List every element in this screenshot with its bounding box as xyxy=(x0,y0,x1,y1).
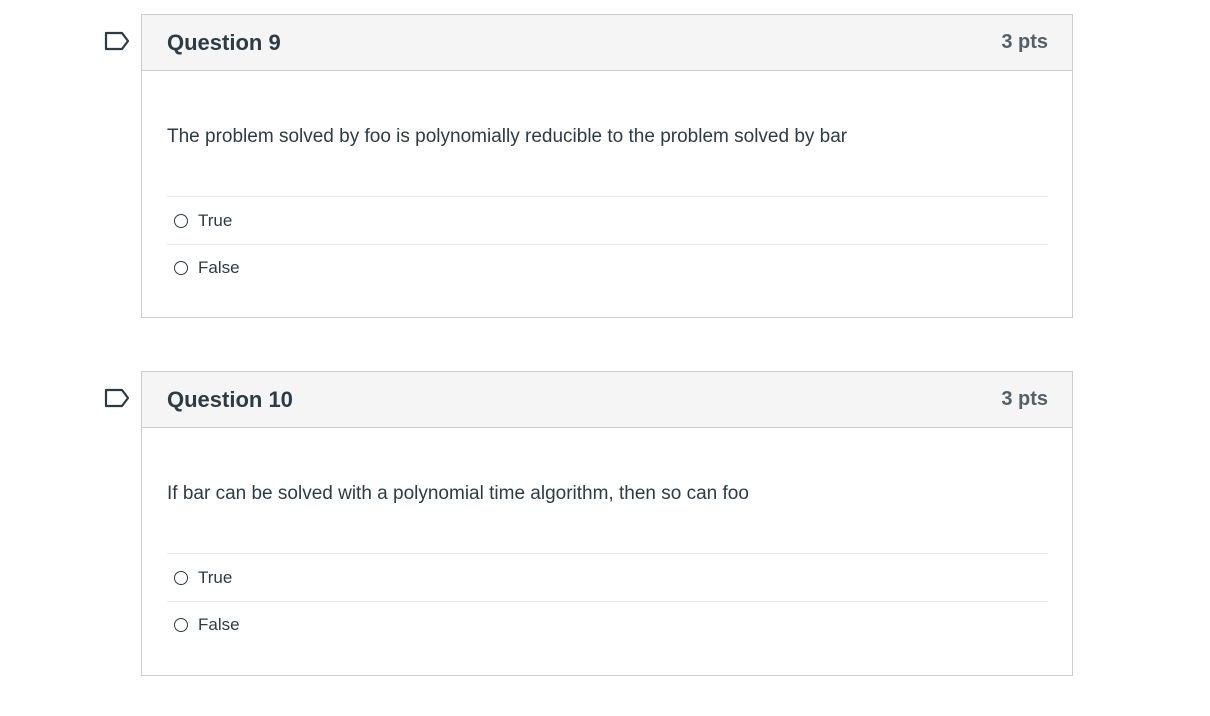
question-9-body: The problem solved by foo is polynomiall… xyxy=(142,71,1072,291)
radio-button[interactable] xyxy=(174,261,188,275)
question-10-text: If bar can be solved with a polynomial t… xyxy=(167,428,1048,554)
radio-button[interactable] xyxy=(174,618,188,632)
flag-question-9-icon[interactable] xyxy=(104,31,130,51)
question-10-answer-false[interactable]: False xyxy=(167,601,1048,648)
question-9: Question 9 3 pts The problem solved by f… xyxy=(141,14,1073,318)
answer-label[interactable]: True xyxy=(198,568,232,588)
question-9-points: 3 pts xyxy=(1001,31,1048,53)
question-9-answer-false[interactable]: False xyxy=(167,244,1048,291)
question-10-body: If bar can be solved with a polynomial t… xyxy=(142,428,1072,648)
question-9-header: Question 9 3 pts xyxy=(142,15,1072,71)
answer-label[interactable]: True xyxy=(198,211,232,231)
question-10-title: Question 10 xyxy=(167,386,293,412)
question-10-points: 3 pts xyxy=(1001,388,1048,410)
radio-button[interactable] xyxy=(174,213,188,228)
question-9-title: Question 9 xyxy=(167,29,281,55)
question-10-header: Question 10 3 pts xyxy=(142,372,1072,428)
radio-button[interactable] xyxy=(174,570,188,585)
question-9-text: The problem solved by foo is polynomiall… xyxy=(167,71,1048,197)
question-9-answer-true[interactable]: True xyxy=(167,197,1048,244)
question-10: Question 10 3 pts If bar can be solved w… xyxy=(141,371,1073,676)
answer-label[interactable]: False xyxy=(198,615,240,635)
question-10-answer-true[interactable]: True xyxy=(167,554,1048,601)
flag-question-10-icon[interactable] xyxy=(104,388,130,408)
answer-label[interactable]: False xyxy=(198,258,240,278)
